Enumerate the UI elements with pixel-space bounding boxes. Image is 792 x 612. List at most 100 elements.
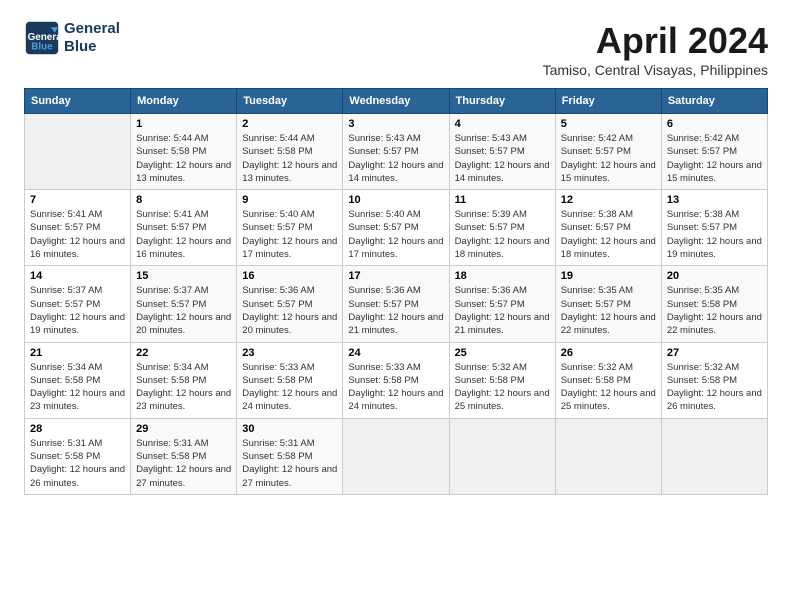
- day-info: Sunrise: 5:35 AMSunset: 5:57 PMDaylight:…: [561, 284, 656, 337]
- day-info: Sunrise: 5:39 AMSunset: 5:57 PMDaylight:…: [455, 208, 550, 261]
- logo-line2: Blue: [64, 38, 120, 56]
- day-cell: 9 Sunrise: 5:40 AMSunset: 5:57 PMDaylight…: [237, 190, 343, 266]
- weekday-header-tuesday: Tuesday: [237, 89, 343, 114]
- day-info: Sunrise: 5:41 AMSunset: 5:57 PMDaylight:…: [30, 208, 125, 261]
- day-cell: 3Sunrise: 5:43 AMSunset: 5:57 PMDaylight…: [343, 114, 449, 190]
- day-number: 21: [30, 347, 125, 359]
- day-number: 14: [30, 270, 125, 282]
- day-cell: 17 Sunrise: 5:36 AMSunset: 5:57 PMDayligh…: [343, 266, 449, 342]
- day-cell: [343, 418, 449, 494]
- day-number: 5: [561, 118, 656, 130]
- day-number: 6: [667, 118, 762, 130]
- day-info: Sunrise: 5:44 AMSunset: 5:58 PMDaylight:…: [136, 132, 231, 185]
- day-number: 27: [667, 347, 762, 359]
- day-number: 18: [455, 270, 550, 282]
- day-number: 22: [136, 347, 231, 359]
- day-info: Sunrise: 5:35 AMSunset: 5:58 PMDaylight:…: [667, 284, 762, 337]
- svg-text:Blue: Blue: [31, 42, 53, 53]
- day-cell: 24Sunrise: 5:33 AMSunset: 5:58 PMDayligh…: [343, 342, 449, 418]
- day-info: Sunrise: 5:42 AMSunset: 5:57 PMDaylight:…: [561, 132, 656, 185]
- day-info: Sunrise: 5:33 AMSunset: 5:58 PMDaylight:…: [348, 361, 443, 414]
- logo-line1: General: [64, 20, 120, 38]
- day-cell: 21 Sunrise: 5:34 AMSunset: 5:58 PMDayligh…: [25, 342, 131, 418]
- weekday-header-thursday: Thursday: [449, 89, 555, 114]
- day-info: Sunrise: 5:36 AMSunset: 5:57 PMDaylight:…: [242, 284, 337, 337]
- day-cell: 29Sunrise: 5:31 AMSunset: 5:58 PMDayligh…: [131, 418, 237, 494]
- day-info: Sunrise: 5:37 AMSunset: 5:57 PMDaylight:…: [136, 284, 231, 337]
- day-cell: 2 Sunrise: 5:44 AMSunset: 5:58 PMDaylight…: [237, 114, 343, 190]
- day-cell: 10Sunrise: 5:40 AMSunset: 5:57 PMDayligh…: [343, 190, 449, 266]
- day-cell: 11 Sunrise: 5:39 AMSunset: 5:57 PMDayligh…: [449, 190, 555, 266]
- day-number: 28: [30, 423, 125, 435]
- day-info: Sunrise: 5:34 AMSunset: 5:58 PMDaylight:…: [30, 361, 125, 414]
- day-info: Sunrise: 5:38 AMSunset: 5:57 PMDaylight:…: [667, 208, 762, 261]
- weekday-header-wednesday: Wednesday: [343, 89, 449, 114]
- day-cell: 13 Sunrise: 5:38 AMSunset: 5:57 PMDayligh…: [661, 190, 767, 266]
- day-cell: 4 Sunrise: 5:43 AMSunset: 5:57 PMDaylight…: [449, 114, 555, 190]
- day-number: 16: [242, 270, 337, 282]
- day-info: Sunrise: 5:31 AMSunset: 5:58 PMDaylight:…: [136, 437, 231, 490]
- day-info: Sunrise: 5:32 AMSunset: 5:58 PMDaylight:…: [561, 361, 656, 414]
- day-cell: 23 Sunrise: 5:33 AMSunset: 5:58 PMDayligh…: [237, 342, 343, 418]
- day-cell: 12 Sunrise: 5:38 AMSunset: 5:57 PMDayligh…: [555, 190, 661, 266]
- week-row-3: 14 Sunrise: 5:37 AMSunset: 5:57 PMDayligh…: [25, 266, 768, 342]
- day-info: Sunrise: 5:44 AMSunset: 5:58 PMDaylight:…: [242, 132, 337, 185]
- day-info: Sunrise: 5:36 AMSunset: 5:57 PMDaylight:…: [348, 284, 443, 337]
- day-info: Sunrise: 5:43 AMSunset: 5:57 PMDaylight:…: [455, 132, 550, 185]
- day-cell: 18Sunrise: 5:36 AMSunset: 5:57 PMDayligh…: [449, 266, 555, 342]
- day-cell: 6 Sunrise: 5:42 AMSunset: 5:57 PMDaylight…: [661, 114, 767, 190]
- day-cell: [661, 418, 767, 494]
- day-cell: 25 Sunrise: 5:32 AMSunset: 5:58 PMDayligh…: [449, 342, 555, 418]
- calendar-table: SundayMondayTuesdayWednesdayThursdayFrid…: [24, 88, 768, 495]
- day-info: Sunrise: 5:41 AMSunset: 5:57 PMDaylight:…: [136, 208, 231, 261]
- weekday-header-friday: Friday: [555, 89, 661, 114]
- day-info: Sunrise: 5:40 AMSunset: 5:57 PMDaylight:…: [242, 208, 337, 261]
- day-cell: 7Sunrise: 5:41 AMSunset: 5:57 PMDaylight…: [25, 190, 131, 266]
- day-info: Sunrise: 5:37 AMSunset: 5:57 PMDaylight:…: [30, 284, 125, 337]
- day-info: Sunrise: 5:34 AMSunset: 5:58 PMDaylight:…: [136, 361, 231, 414]
- day-number: 4: [455, 118, 550, 130]
- day-cell: 5 Sunrise: 5:42 AMSunset: 5:57 PMDaylight…: [555, 114, 661, 190]
- day-number: 3: [348, 118, 443, 130]
- day-number: 17: [348, 270, 443, 282]
- day-cell: 1Sunrise: 5:44 AMSunset: 5:58 PMDaylight…: [131, 114, 237, 190]
- day-number: 10: [348, 194, 443, 206]
- day-cell: 8 Sunrise: 5:41 AMSunset: 5:57 PMDaylight…: [131, 190, 237, 266]
- day-cell: 14 Sunrise: 5:37 AMSunset: 5:57 PMDayligh…: [25, 266, 131, 342]
- day-info: Sunrise: 5:32 AMSunset: 5:58 PMDaylight:…: [455, 361, 550, 414]
- day-cell: 20 Sunrise: 5:35 AMSunset: 5:58 PMDayligh…: [661, 266, 767, 342]
- week-row-4: 21 Sunrise: 5:34 AMSunset: 5:58 PMDayligh…: [25, 342, 768, 418]
- day-number: 2: [242, 118, 337, 130]
- day-cell: [25, 114, 131, 190]
- logo-icon: General Blue: [24, 20, 60, 56]
- week-row-2: 7Sunrise: 5:41 AMSunset: 5:57 PMDaylight…: [25, 190, 768, 266]
- logo: General Blue General Blue: [24, 20, 120, 56]
- day-cell: 30Sunrise: 5:31 AMSunset: 5:58 PMDayligh…: [237, 418, 343, 494]
- day-info: Sunrise: 5:33 AMSunset: 5:58 PMDaylight:…: [242, 361, 337, 414]
- day-number: 20: [667, 270, 762, 282]
- day-number: 8: [136, 194, 231, 206]
- location-subtitle: Tamiso, Central Visayas, Philippines: [543, 62, 768, 78]
- day-cell: 28Sunrise: 5:31 AMSunset: 5:58 PMDayligh…: [25, 418, 131, 494]
- day-number: 13: [667, 194, 762, 206]
- weekday-header-saturday: Saturday: [661, 89, 767, 114]
- header: General Blue General Blue April 2024 Tam…: [24, 20, 768, 78]
- day-number: 12: [561, 194, 656, 206]
- day-number: 9: [242, 194, 337, 206]
- day-cell: [449, 418, 555, 494]
- weekday-header-row: SundayMondayTuesdayWednesdayThursdayFrid…: [25, 89, 768, 114]
- day-cell: 26Sunrise: 5:32 AMSunset: 5:58 PMDayligh…: [555, 342, 661, 418]
- day-info: Sunrise: 5:32 AMSunset: 5:58 PMDaylight:…: [667, 361, 762, 414]
- day-number: 11: [455, 194, 550, 206]
- day-number: 23: [242, 347, 337, 359]
- day-info: Sunrise: 5:42 AMSunset: 5:57 PMDaylight:…: [667, 132, 762, 185]
- day-number: 30: [242, 423, 337, 435]
- day-number: 25: [455, 347, 550, 359]
- week-row-1: 1Sunrise: 5:44 AMSunset: 5:58 PMDaylight…: [25, 114, 768, 190]
- title-block: April 2024 Tamiso, Central Visayas, Phil…: [543, 20, 768, 78]
- day-cell: 19Sunrise: 5:35 AMSunset: 5:57 PMDayligh…: [555, 266, 661, 342]
- day-number: 15: [136, 270, 231, 282]
- day-info: Sunrise: 5:38 AMSunset: 5:57 PMDaylight:…: [561, 208, 656, 261]
- day-cell: [555, 418, 661, 494]
- logo-text: General Blue: [64, 20, 120, 56]
